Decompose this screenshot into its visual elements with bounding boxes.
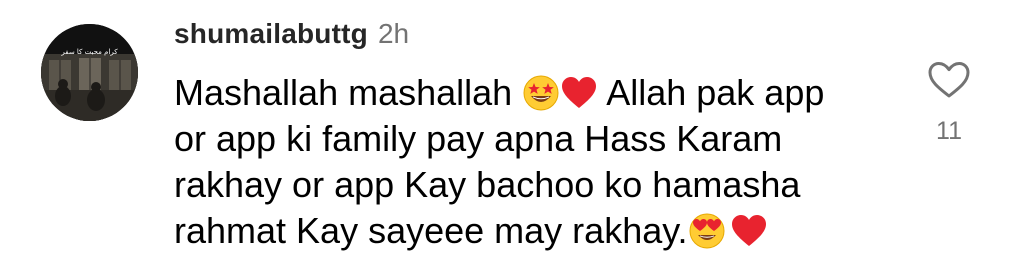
like-count: 11 — [936, 117, 962, 145]
comment-line-2: or app ki family pay apna Hass Karam — [174, 118, 783, 159]
comment-item: کرام محبت کا سفر shumailabuttg 2h Mashall… — [0, 0, 1024, 251]
red-heart-emoji — [560, 74, 598, 112]
avatar-caption: کرام محبت کا سفر — [61, 48, 118, 56]
star-struck-emoji — [522, 74, 560, 112]
comment-line-3: rakhay or app Kay bachoo ko hamasha — [174, 164, 801, 205]
avatar[interactable]: کرام محبت کا سفر — [41, 24, 138, 121]
like-button[interactable] — [926, 60, 972, 100]
comment-text: Mashallah mashallah Allah pak app or app… — [174, 70, 874, 254]
comment-line-4: rahmat Kay sayeee may rakhay. — [174, 208, 874, 254]
comment-text-segment: Mashallah mashallah — [174, 72, 523, 113]
username-link[interactable]: shumailabuttg — [174, 18, 368, 49]
red-heart-emoji — [730, 212, 768, 250]
avatar-image — [41, 24, 138, 121]
heart-eyes-emoji — [688, 212, 726, 250]
comment-header: shumailabuttg 2h — [174, 18, 409, 58]
heart-outline-icon — [928, 62, 970, 98]
comment-text-segment: Allah pak app — [598, 72, 825, 113]
timestamp: 2h — [377, 18, 410, 49]
comment-line-1: Mashallah mashallah Allah pak app — [174, 70, 874, 116]
comment-text-segment: rahmat Kay sayeee may rakhay. — [174, 210, 688, 251]
